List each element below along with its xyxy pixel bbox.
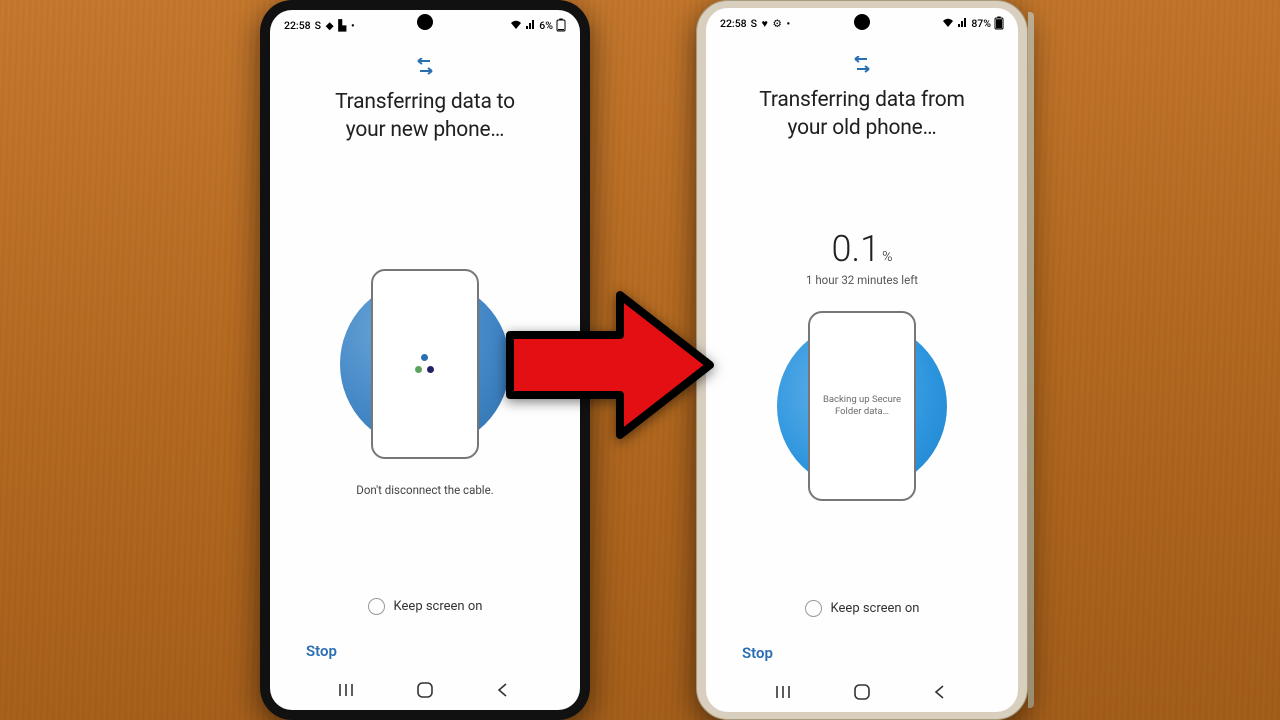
home-button[interactable] (414, 679, 436, 701)
loading-dots-icon (413, 352, 437, 376)
recents-button[interactable] (337, 679, 359, 701)
status-indicators: S ♥ ⚙ • (751, 17, 792, 30)
status-indicators: S ◆ ▙ • (315, 19, 356, 32)
battery-icon (556, 18, 566, 32)
camera-hole-icon (417, 14, 433, 30)
progress-readout: 0.1% 1 hour 32 minutes left (806, 231, 918, 287)
signal-icon (957, 18, 968, 28)
keep-screen-checkbox[interactable]: Keep screen on (368, 598, 483, 615)
page-title: Transferring data to your new phone… (335, 88, 515, 145)
battery-text: 87% (971, 17, 991, 30)
backup-status-text: Backing up Secure Folder data… (810, 394, 914, 420)
transfer-illustration: Backing up Secure Folder data… (757, 301, 967, 511)
keep-screen-checkbox[interactable]: Keep screen on (805, 600, 920, 617)
time-remaining: 1 hour 32 minutes left (806, 273, 918, 287)
status-time: 22:58 (720, 17, 747, 30)
phone-outline-icon (371, 269, 479, 459)
progress-unit: % (882, 249, 892, 265)
transfer-illustration (320, 259, 530, 469)
keep-screen-label: Keep screen on (831, 601, 920, 616)
new-phone: 22:58 S ♥ ⚙ • 87% Transferr (696, 0, 1028, 720)
nav-bar (270, 670, 580, 710)
transfer-icon (852, 56, 872, 78)
home-button[interactable] (851, 681, 873, 703)
back-button[interactable] (928, 681, 950, 703)
main-content: Transferring data from your old phone… 0… (706, 38, 1018, 672)
keep-screen-label: Keep screen on (394, 599, 483, 614)
radio-icon (805, 600, 822, 617)
phone-outline-icon: Backing up Secure Folder data… (808, 311, 916, 501)
back-button[interactable] (491, 679, 513, 701)
stop-button[interactable]: Stop (300, 629, 343, 670)
camera-hole-icon (854, 14, 870, 30)
stop-button[interactable]: Stop (736, 631, 779, 672)
progress-value: 0.1 (832, 228, 881, 270)
wifi-icon (510, 20, 522, 30)
fold-spine (1028, 12, 1034, 708)
signal-icon (525, 20, 536, 30)
radio-icon (368, 598, 385, 615)
nav-bar (706, 672, 1018, 712)
status-time: 22:58 (284, 19, 311, 32)
battery-text: 6% (539, 19, 553, 32)
page-title: Transferring data from your old phone… (759, 86, 964, 143)
hint-text: Don't disconnect the cable. (356, 483, 493, 497)
new-phone-screen: 22:58 S ♥ ⚙ • 87% Transferr (706, 8, 1018, 712)
wifi-icon (942, 18, 954, 28)
arrow-icon (500, 280, 720, 450)
transfer-icon (415, 58, 435, 80)
battery-icon (994, 16, 1004, 30)
recents-button[interactable] (774, 681, 796, 703)
